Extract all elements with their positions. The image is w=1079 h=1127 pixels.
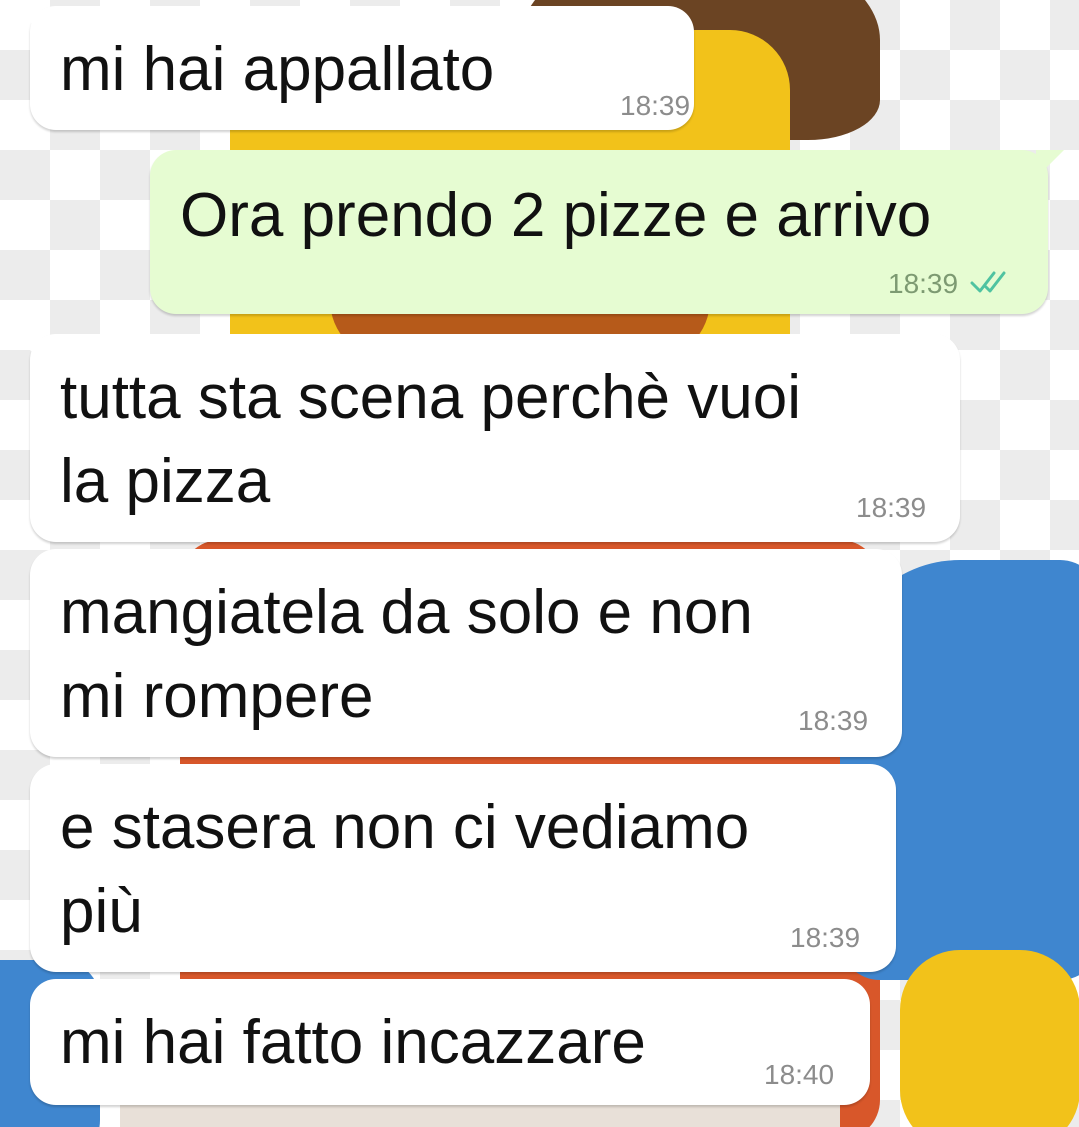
message-timestamp: 18:39 [790, 922, 861, 953]
message-text: tutta sta scena perchè vuoi la pizza [60, 363, 802, 516]
message-bubble-incoming[interactable]: mi hai fatto incazzare 18:40 [30, 979, 870, 1105]
message-timestamp: 18:39 [620, 90, 691, 121]
bubble-tail [1036, 150, 1064, 178]
double-check-icon [970, 269, 1016, 302]
message-text: mangiatela da solo e non mi rompere [60, 578, 753, 731]
message-text: Ora prendo 2 pizze e arrivo [180, 181, 932, 250]
message-timestamp: 18:39 [856, 492, 927, 523]
message-bubble-outgoing[interactable]: Ora prendo 2 pizze e arrivo 18:39 [150, 150, 1064, 314]
message-bubble-incoming[interactable]: tutta sta scena perchè vuoi la pizza 18:… [14, 334, 960, 542]
message-bubble-incoming[interactable]: e stasera non ci vediamo più 18:39 [30, 764, 896, 972]
bubble-tail [14, 6, 42, 34]
message-bubble-incoming[interactable]: mi hai appallato 18:39 [14, 6, 694, 130]
wallpaper-hand [900, 950, 1079, 1127]
message-text: mi hai appallato [60, 35, 495, 104]
message-timestamp-row: 18:39 [888, 268, 1016, 302]
message-timestamp: 18:40 [764, 1059, 835, 1090]
message-text: mi hai fatto incazzare [60, 1008, 646, 1077]
message-timestamp: 18:39 [798, 705, 869, 736]
message-text: e stasera non ci vediamo più [60, 793, 750, 946]
bubble-tail [14, 334, 42, 362]
message-timestamp: 18:39 [888, 268, 959, 299]
message-bubble-incoming[interactable]: mangiatela da solo e non mi rompere 18:3… [30, 549, 902, 757]
